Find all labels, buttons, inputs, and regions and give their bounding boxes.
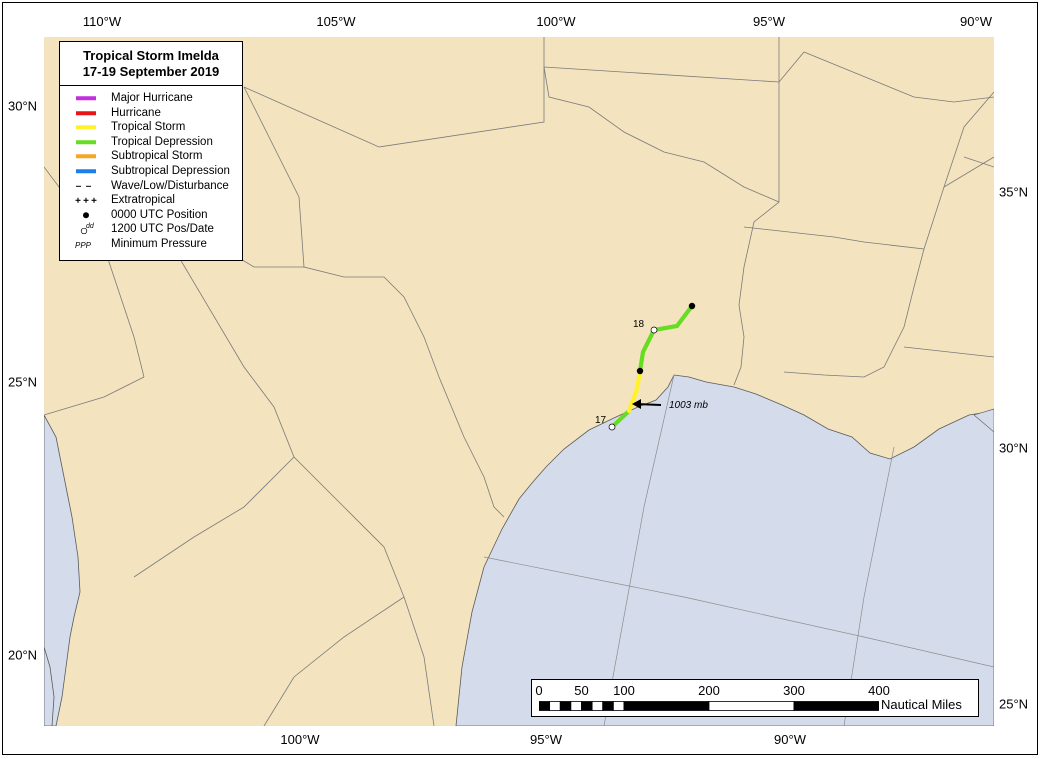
scale-units-label: Nautical Miles (881, 697, 962, 712)
legend-label: Extratropical (111, 194, 175, 207)
position-0000utc-19 (688, 302, 696, 310)
scale-segment (602, 701, 614, 711)
position-0000utc-18 (636, 367, 644, 375)
legend-label: 1200 UTC Pos/Date (111, 223, 214, 236)
tick-right-35n: 35°N (999, 184, 1029, 200)
scale-label: 50 (574, 683, 589, 698)
legend-symbol-dash (74, 179, 98, 194)
pressure-label: 1003 mb (669, 400, 708, 411)
legend-label: Hurricane (111, 106, 161, 119)
tick-right-25n: 25°N (999, 696, 1029, 712)
tick-top-105w: 105°W (316, 14, 356, 29)
scale-segment (581, 701, 593, 711)
tick-left-25n: 25°N (8, 374, 38, 390)
scale-bar (539, 701, 879, 711)
legend-item: Major Hurricane (60, 91, 242, 106)
scale-segment (623, 701, 710, 711)
tick-left-30n: 30°N (8, 98, 38, 114)
legend-symbol-line (74, 164, 98, 179)
tick-top-90w: 90°W (960, 14, 992, 29)
scale-segment (612, 701, 625, 711)
storm-name: Tropical Storm Imelda (83, 48, 219, 63)
date-label-17: 17 (595, 415, 607, 426)
legend-item: Tropical Storm (60, 120, 242, 135)
svg-text:PPP: PPP (75, 241, 92, 250)
position-1200utc-18 (650, 326, 658, 334)
scale-segment (793, 701, 879, 711)
scale-label: 100 (613, 683, 635, 698)
tick-left-20n: 20°N (8, 647, 38, 663)
svg-text:dd: dd (86, 223, 95, 230)
legend-item: Extratropical (60, 193, 242, 208)
legend-symbol-line (74, 135, 98, 150)
position-1200utc-17 (608, 423, 616, 431)
legend-item: Tropical Depression (60, 135, 242, 150)
tick-bottom-100w: 100°W (280, 732, 320, 747)
scale-segment (591, 701, 604, 711)
scale-label: 400 (868, 683, 890, 698)
legend-title: Tropical Storm Imelda 17-19 September 20… (60, 42, 242, 86)
date-label-18: 18 (633, 319, 645, 330)
legend-label: Major Hurricane (111, 92, 193, 104)
scale-segment (559, 701, 572, 711)
legend-item: Hurricane (60, 106, 242, 121)
legend-symbol-line (74, 106, 98, 121)
scale-label: 0 (535, 683, 543, 698)
legend-item: Subtropical Depression (60, 164, 242, 179)
legend-label: Subtropical Depression (111, 164, 230, 177)
legend-item: PPP Minimum Pressure (60, 237, 242, 252)
legend-label: 0000 UTC Position (111, 208, 208, 221)
legend-label: Tropical Storm (111, 121, 186, 134)
tick-top-100w: 100°W (536, 14, 576, 29)
scale-segment (570, 701, 582, 711)
scale-label: 300 (783, 683, 805, 698)
legend-item: Subtropical Storm (60, 149, 242, 164)
tick-bottom-95w: 95°W (530, 732, 562, 747)
legend-label: Wave/Low/Disturbance (111, 179, 229, 192)
legend-symbol-line (74, 120, 98, 135)
map-legend: Tropical Storm Imelda 17-19 September 20… (59, 41, 243, 261)
scale-segment (549, 701, 561, 711)
scale-segment (708, 701, 795, 711)
legend-symbol-pressure: PPP (74, 237, 98, 252)
scale-label: 200 (698, 683, 720, 698)
tick-top-95w: 95°W (753, 14, 785, 29)
tick-right-30n: 30°N (999, 440, 1029, 456)
scale-segment (539, 701, 551, 711)
legend-symbol-plus (74, 193, 98, 208)
storm-dates: 17-19 September 2019 (82, 64, 220, 79)
legend-symbol-dot-filled (74, 208, 98, 223)
legend-symbol-line (74, 91, 98, 106)
legend-symbol-line (74, 149, 98, 164)
tick-bottom-90w: 90°W (774, 732, 806, 747)
legend-rows: Major Hurricane Hurricane Tropical Storm Tr… (60, 86, 242, 252)
legend-symbol-dot-open: dd (74, 222, 98, 237)
legend-label: Subtropical Storm (111, 150, 203, 163)
legend-item: Wave/Low/Disturbance (60, 179, 242, 194)
legend-label: Tropical Depression (111, 135, 213, 148)
legend-item: dd 1200 UTC Pos/Date (60, 222, 242, 237)
legend-label: Minimum Pressure (111, 237, 207, 250)
scale-bar-box: 0 50 100 200 300 400 Nautical Miles (531, 679, 979, 717)
tick-top-110w: 110°W (82, 14, 122, 29)
legend-item: 0000 UTC Position (60, 208, 242, 223)
